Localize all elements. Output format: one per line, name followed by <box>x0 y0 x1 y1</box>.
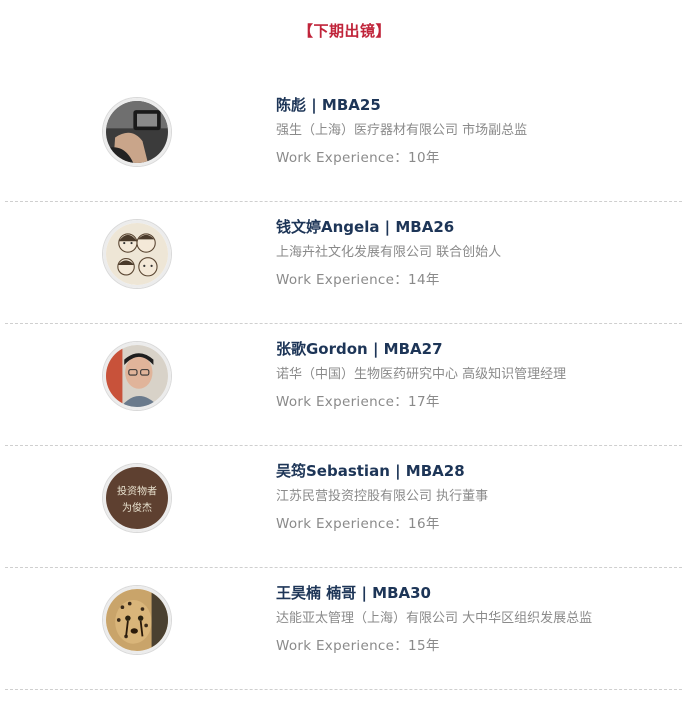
avatar-photo-car-selfie <box>106 101 168 163</box>
person-company: 江苏民营投资控股有限公司 执行董事 <box>276 489 489 504</box>
avatar-cheetah <box>106 589 168 651</box>
avatar-photo-man-glasses <box>106 345 168 407</box>
work-experience: Work Experience：15年 <box>276 638 440 654</box>
person-name: 钱文婷Angela | MBA26 <box>276 218 455 236</box>
avatar[interactable]: 投资物者 为俊杰 <box>103 464 171 532</box>
work-experience: Work Experience：14年 <box>276 272 440 288</box>
work-experience: Work Experience：16年 <box>276 516 440 532</box>
person-company: 强生（上海）医疗器材有限公司 市场副总监 <box>276 123 528 138</box>
section-title: 【下期出镜】 <box>297 22 391 40</box>
avatar[interactable] <box>103 220 171 288</box>
person-name: 王昊楠 楠哥 | MBA30 <box>276 584 431 602</box>
avatar[interactable] <box>103 586 171 654</box>
person-name: 张歌Gordon | MBA27 <box>276 340 443 358</box>
list-item: 钱文婷Angela | MBA26 上海卉社文化发展有限公司 联合创始人 Wor… <box>5 202 682 324</box>
list-item: 王昊楠 楠哥 | MBA30 达能亚太管理（上海）有限公司 大中华区组织发展总监… <box>5 568 682 690</box>
person-company: 达能亚太管理（上海）有限公司 大中华区组织发展总监 <box>276 611 593 626</box>
person-company: 上海卉社文化发展有限公司 联合创始人 <box>276 245 502 260</box>
work-experience: Work Experience：10年 <box>276 150 440 166</box>
list-item: 陈彪 | MBA25 强生（上海）医疗器材有限公司 市场副总监 Work Exp… <box>5 80 682 202</box>
work-experience: Work Experience：17年 <box>276 394 440 410</box>
list-item: 投资物者 为俊杰 吴筠Sebastian | MBA28 江苏民营投资控股有限公… <box>5 446 682 568</box>
person-company: 诺华（中国）生物医药研究中心 高级知识管理经理 <box>276 367 567 382</box>
person-name: 陈彪 | MBA25 <box>276 96 381 114</box>
avatar-chalk-calligraphy: 投资物者 为俊杰 <box>106 467 168 529</box>
person-name: 吴筠Sebastian | MBA28 <box>276 462 465 480</box>
avatar-text-line-1: 投资物者 <box>117 484 157 497</box>
avatar-cartoon-family <box>106 223 168 285</box>
avatar[interactable] <box>103 342 171 410</box>
profile-list: 陈彪 | MBA25 强生（上海）医疗器材有限公司 市场副总监 Work Exp… <box>5 80 682 690</box>
list-item: 张歌Gordon | MBA27 诺华（中国）生物医药研究中心 高级知识管理经理… <box>5 324 682 446</box>
avatar-text-line-2: 为俊杰 <box>122 501 152 514</box>
page: 【下期出镜】 陈彪 | MBA25 强生（上海）医疗器材有限公司 市场副总监 W… <box>0 0 689 705</box>
avatar[interactable] <box>103 98 171 166</box>
